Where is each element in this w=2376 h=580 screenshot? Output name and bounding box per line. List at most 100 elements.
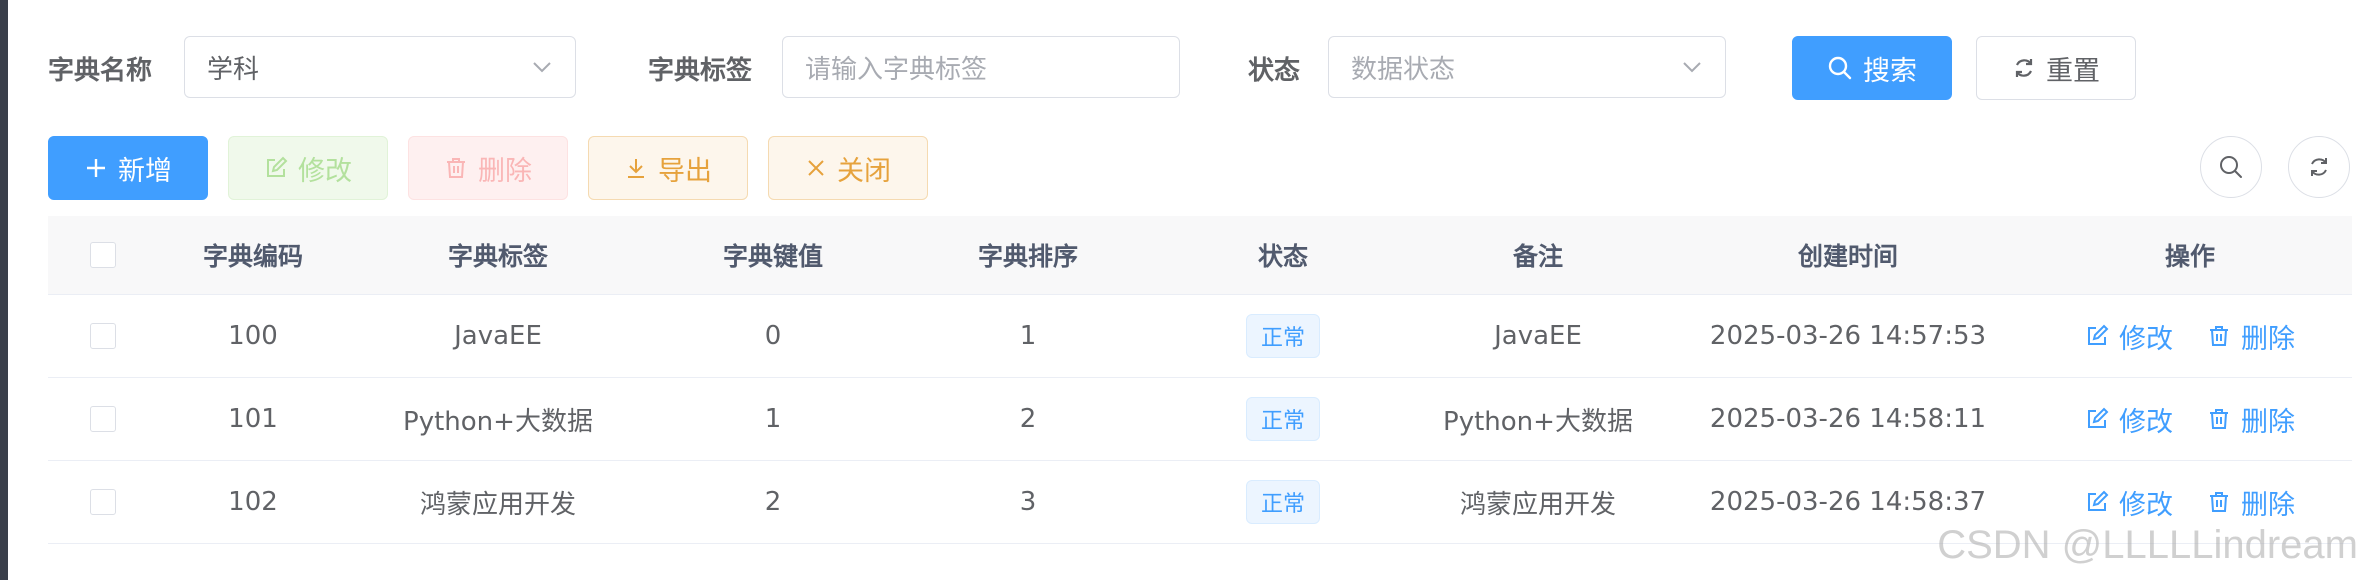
row-checkbox[interactable] (90, 323, 116, 349)
header-dict-value: 字典键值 (722, 242, 823, 271)
dict-label-placeholder: 请输入字典标签 (805, 54, 988, 85)
cell-remark: JavaEE (1494, 321, 1582, 351)
refresh-icon (2012, 56, 2046, 80)
search-icon (2218, 154, 2244, 180)
cell-dict-code: 102 (228, 487, 278, 517)
status-label: 状态 (1248, 55, 1301, 86)
header-status: 状态 (1257, 242, 1308, 271)
row-select-cell (48, 461, 158, 543)
table-header: 字典编码 字典标签 字典键值 字典排序 状态 备注 创建时间 操作 (48, 216, 2352, 295)
row-edit-label: 修改 (2119, 406, 2173, 438)
add-button[interactable]: 新增 (48, 136, 208, 200)
delete-button[interactable]: 删除 (408, 136, 568, 200)
header-created-time: 创建时间 (1797, 242, 1898, 271)
row-edit-link[interactable]: 修改 (2085, 317, 2173, 356)
table-row: 100 JavaEE 0 1 正常 JavaEE 2025-03-26 14:5… (48, 295, 2352, 378)
download-icon (624, 156, 658, 180)
dict-name-select[interactable]: 学科 (184, 36, 576, 98)
delete-button-label: 删除 (478, 155, 532, 187)
refresh-icon (2307, 155, 2331, 179)
header-select-all (48, 216, 158, 294)
row-checkbox[interactable] (90, 406, 116, 432)
plus-icon (84, 156, 118, 180)
cell-dict-label: Python+大数据 (403, 406, 593, 437)
toggle-search-button[interactable] (2200, 136, 2262, 198)
row-edit-link[interactable]: 修改 (2085, 483, 2173, 522)
row-edit-label: 修改 (2119, 489, 2173, 521)
status-badge: 正常 (1245, 397, 1320, 441)
refresh-table-button[interactable] (2288, 136, 2350, 198)
search-icon (1827, 55, 1863, 81)
row-edit-link[interactable]: 修改 (2085, 400, 2173, 439)
dict-label-input[interactable]: 请输入字典标签 (782, 36, 1180, 98)
status-form-item: 状态 (1248, 36, 1300, 100)
window-left-edge (0, 0, 8, 580)
trash-icon (2207, 324, 2241, 348)
action-toolbar: 新增 修改 删除 导出 关闭 (48, 136, 2350, 200)
cell-created-time: 2025-03-26 14:58:11 (1709, 404, 1987, 434)
cell-dict-value: 2 (764, 487, 782, 517)
status-badge: 正常 (1245, 480, 1320, 524)
dict-name-label: 字典名称 (48, 55, 153, 86)
cell-dict-sort: 1 (1019, 321, 1037, 351)
edit-icon (264, 156, 298, 180)
status-select[interactable]: 数据状态 (1328, 36, 1726, 98)
trash-icon (2207, 490, 2241, 514)
status-select-placeholder: 数据状态 (1351, 54, 1456, 85)
trash-icon (444, 156, 478, 180)
edit-icon (2085, 324, 2119, 348)
cell-status: 正常 (1158, 461, 1408, 543)
row-delete-label: 删除 (2241, 489, 2295, 521)
dict-label-form-item: 字典标签 (648, 36, 752, 100)
chevron-down-icon (531, 56, 553, 78)
reset-button[interactable]: 重置 (1976, 36, 2136, 100)
cell-actions: 修改 删除 (2028, 378, 2352, 460)
cell-remark: 鸿蒙应用开发 (1459, 489, 1616, 520)
row-edit-label: 修改 (2119, 323, 2173, 355)
edit-icon (2085, 407, 2119, 431)
trash-icon (2207, 407, 2241, 431)
row-delete-link[interactable]: 删除 (2207, 483, 2295, 522)
header-dict-sort: 字典排序 (977, 242, 1078, 271)
dict-label-label: 字典标签 (648, 55, 753, 86)
dict-name-form-item: 字典名称 (48, 36, 152, 100)
export-button-label: 导出 (658, 155, 712, 187)
dict-name-select-value: 学科 (207, 54, 260, 85)
row-select-cell (48, 295, 158, 377)
close-button-label: 关闭 (837, 155, 891, 187)
cell-dict-label: 鸿蒙应用开发 (419, 489, 576, 520)
cell-dict-sort: 3 (1019, 487, 1037, 517)
cell-dict-value: 0 (764, 321, 782, 351)
status-badge: 正常 (1245, 314, 1320, 358)
export-button[interactable]: 导出 (588, 136, 748, 200)
add-button-label: 新增 (118, 155, 172, 187)
edit-button-label: 修改 (298, 155, 352, 187)
cell-dict-sort: 2 (1019, 404, 1037, 434)
row-delete-link[interactable]: 删除 (2207, 317, 2295, 356)
cell-created-time: 2025-03-26 14:57:53 (1709, 321, 1987, 351)
close-button[interactable]: 关闭 (768, 136, 928, 200)
reset-button-label: 重置 (2046, 55, 2100, 87)
cell-dict-code: 100 (228, 321, 278, 351)
row-delete-link[interactable]: 删除 (2207, 400, 2295, 439)
cell-remark: Python+大数据 (1443, 406, 1633, 437)
cell-status: 正常 (1158, 378, 1408, 460)
search-button-label: 搜索 (1863, 55, 1917, 87)
search-button[interactable]: 搜索 (1792, 36, 1952, 100)
header-dict-label: 字典标签 (447, 242, 548, 271)
row-delete-label: 删除 (2241, 406, 2295, 438)
table-row: 101 Python+大数据 1 2 正常 Python+大数据 2025-03… (48, 378, 2352, 461)
edit-icon (2085, 490, 2119, 514)
header-remark: 备注 (1512, 242, 1563, 271)
select-all-checkbox[interactable] (90, 242, 116, 268)
row-select-cell (48, 378, 158, 460)
header-actions: 操作 (2164, 242, 2215, 271)
chevron-down-icon (1681, 56, 1703, 78)
cell-dict-label: JavaEE (454, 321, 542, 351)
close-icon (805, 157, 837, 179)
search-form: 字典名称 学科 字典标签 请输入字典标签 状态 数据状态 搜索 重置 (48, 36, 2148, 100)
dict-data-page: 字典名称 学科 字典标签 请输入字典标签 状态 数据状态 搜索 重置 新增 修改… (0, 0, 2376, 580)
edit-button[interactable]: 修改 (228, 136, 388, 200)
cell-status: 正常 (1158, 295, 1408, 377)
row-checkbox[interactable] (90, 489, 116, 515)
